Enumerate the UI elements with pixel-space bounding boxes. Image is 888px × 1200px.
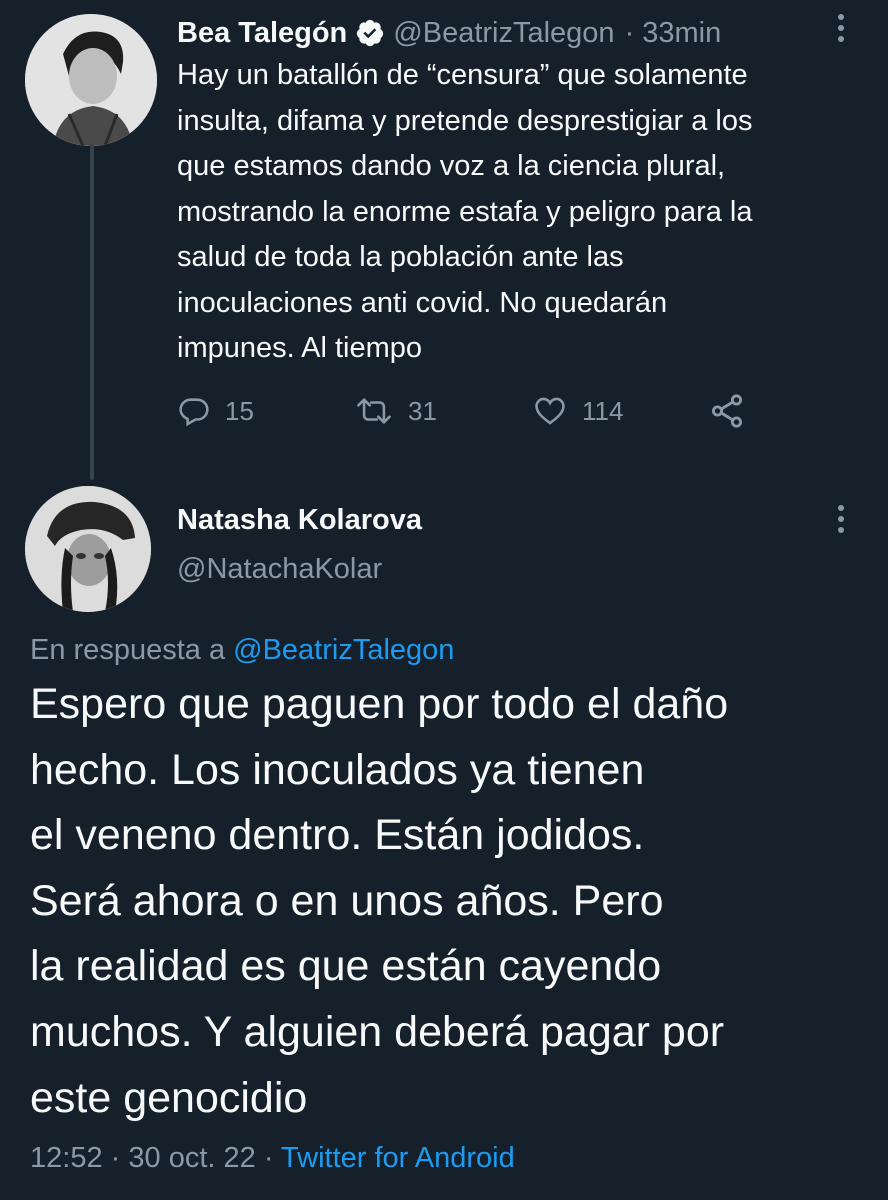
heart-icon: [532, 394, 568, 428]
author-name[interactable]: Natasha Kolarova: [177, 500, 422, 540]
more-icon[interactable]: [834, 505, 848, 533]
text-line: este genocidio: [30, 1073, 308, 1122]
avatar-photo: [25, 14, 157, 146]
reply-prefix: En respuesta a: [30, 634, 226, 666]
like-button[interactable]: 114: [532, 390, 623, 432]
separator-dot: ·: [110, 1142, 121, 1174]
text-line: hecho. Los inoculados ya tienen: [30, 745, 645, 794]
retweet-icon: [354, 394, 394, 428]
reply-context: En respuesta a @BeatrizTalegon: [30, 630, 454, 670]
avatar-photo: [25, 486, 151, 612]
avatar-natasha[interactable]: [25, 486, 151, 612]
text-line: salud de toda la población ante las: [177, 241, 624, 273]
text-line: muchos. Y alguien deberá pagar por: [30, 1007, 725, 1056]
text-line: impunes. Al tiempo: [177, 332, 423, 364]
text-line: el veneno dentro. Están jodidos.: [30, 811, 645, 860]
separator-dot: ·: [263, 1142, 274, 1174]
tweet-source[interactable]: Twitter for Android: [281, 1142, 515, 1174]
tweet-time[interactable]: 12:52: [30, 1142, 103, 1174]
tweet-time[interactable]: 33min: [642, 17, 721, 50]
tweet2-text: Espero que paguen por todo el daño hecho…: [30, 672, 870, 1131]
text-line: Será ahora o en unos años. Pero: [30, 876, 664, 925]
retweet-count: 31: [408, 395, 437, 426]
avatar-bea[interactable]: [25, 14, 157, 146]
reply-count: 15: [225, 395, 254, 426]
author-name[interactable]: Bea Talegón: [177, 17, 347, 50]
separator-dot: ·: [624, 16, 635, 49]
thread-line: [90, 144, 94, 480]
text-line: insulta, difama y pretende desprestigiar…: [177, 104, 753, 137]
tweet1-text: Hay un batallón de “censura” que solamen…: [177, 53, 867, 372]
text-line: la realidad es que están cayendo: [30, 942, 662, 991]
reply-to-link[interactable]: @BeatrizTalegon: [233, 634, 454, 666]
text-line: mostrando la enorme estafa y peligro par…: [177, 195, 753, 228]
more-icon[interactable]: [834, 14, 848, 42]
reply-button[interactable]: 15: [177, 390, 254, 432]
share-icon: [708, 392, 746, 430]
like-count: 114: [582, 395, 624, 426]
tweet-meta: 12:52 · 30 oct. 22 · Twitter for Android: [30, 1138, 515, 1178]
share-button[interactable]: [708, 390, 746, 432]
reply-icon: [177, 394, 211, 428]
text-line: inoculaciones anti covid. No quedarán: [177, 286, 668, 319]
text-line: que estamos dando voz a la ciencia plura…: [177, 150, 726, 182]
tweet1-header: Bea Talegón @BeatrizTalegon · 33min: [177, 13, 721, 53]
verified-badge-icon: [355, 18, 385, 48]
text-line: Espero que paguen por todo el daño: [30, 680, 729, 728]
tweet-date[interactable]: 30 oct. 22: [128, 1142, 255, 1174]
author-handle[interactable]: @NatachaKolar: [177, 549, 382, 589]
retweet-button[interactable]: 31: [354, 390, 437, 432]
text-line: Hay un batallón de “censura” que solamen…: [177, 59, 748, 91]
author-handle[interactable]: @BeatrizTalegon: [393, 17, 614, 50]
